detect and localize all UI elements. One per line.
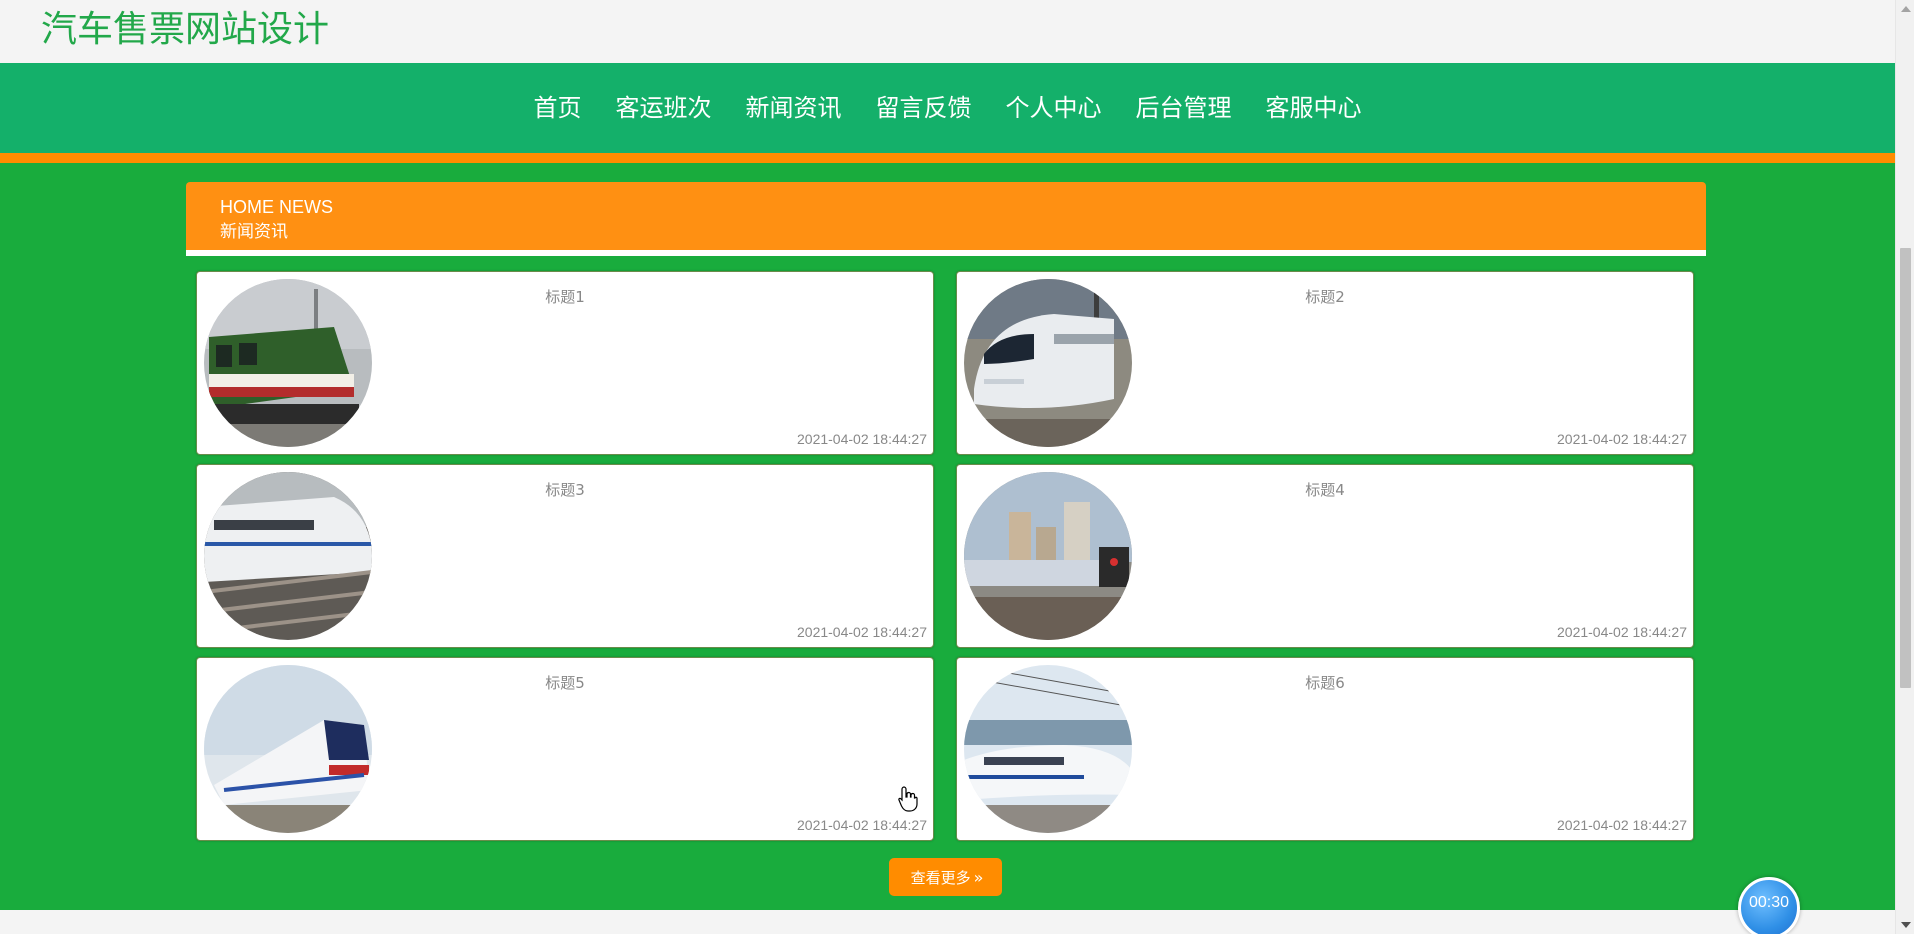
news-card[interactable]: 标题4 2021-04-02 18:44:27 [956, 464, 1694, 648]
news-title[interactable]: 标题4 [957, 479, 1693, 500]
footer-strip [0, 910, 1895, 934]
view-more-button[interactable]: 查看更多 » [889, 858, 1002, 896]
nav-item-personal-center[interactable]: 个人中心 [989, 91, 1119, 125]
nav-items: 首页 客运班次 新闻资讯 留言反馈 个人中心 后台管理 客服中心 [0, 63, 1895, 153]
news-title[interactable]: 标题5 [197, 672, 933, 693]
nav-item-admin[interactable]: 后台管理 [1119, 91, 1249, 125]
scrollbar[interactable] [1895, 0, 1914, 934]
page: 汽车售票网站设计 首页 客运班次 新闻资讯 留言反馈 个人中心 后台管理 客服中… [0, 0, 1914, 934]
news-card[interactable]: 标题1 2021-04-02 18:44:27 [196, 271, 934, 455]
nav-item-home[interactable]: 首页 [517, 91, 599, 125]
scroll-up-arrow-icon[interactable] [1901, 6, 1911, 12]
news-date: 2021-04-02 18:44:27 [1557, 431, 1687, 447]
nav-divider [0, 153, 1895, 163]
news-card[interactable]: 标题3 2021-04-02 18:44:27 [196, 464, 934, 648]
news-date: 2021-04-02 18:44:27 [797, 431, 927, 447]
news-title[interactable]: 标题3 [197, 479, 933, 500]
countdown-timer[interactable]: 00:30 [1738, 877, 1800, 934]
news-card[interactable]: 标题6 2021-04-02 18:44:27 [956, 657, 1694, 841]
news-title[interactable]: 标题2 [957, 286, 1693, 307]
site-header: 汽车售票网站设计 [0, 0, 1895, 63]
news-date: 2021-04-02 18:44:27 [797, 817, 927, 833]
section-heading: HOME NEWS 新闻资讯 [186, 182, 1706, 256]
nav-item-news[interactable]: 新闻资讯 [729, 91, 859, 125]
double-chevron-right-icon: » [973, 867, 984, 887]
news-section: HOME NEWS 新闻资讯 标题1 2021-04-02 18:44:27 标… [0, 163, 1895, 910]
news-card[interactable]: 标题2 2021-04-02 18:44:27 [956, 271, 1694, 455]
site-title: 汽车售票网站设计 [41, 9, 330, 50]
news-date: 2021-04-02 18:44:27 [1557, 817, 1687, 833]
nav-item-feedback[interactable]: 留言反馈 [859, 91, 989, 125]
news-date: 2021-04-02 18:44:27 [1557, 624, 1687, 640]
view-more-label: 查看更多 [910, 868, 971, 887]
hand-cursor-icon [898, 786, 918, 812]
scrollbar-thumb[interactable] [1900, 248, 1911, 688]
scroll-down-arrow-icon[interactable] [1901, 922, 1911, 928]
news-title[interactable]: 标题1 [197, 286, 933, 307]
section-heading-cn: 新闻资讯 [220, 222, 288, 242]
news-date: 2021-04-02 18:44:27 [797, 624, 927, 640]
main-nav: 首页 客运班次 新闻资讯 留言反馈 个人中心 后台管理 客服中心 [0, 63, 1895, 153]
section-heading-en: HOME NEWS [220, 197, 334, 217]
news-title[interactable]: 标题6 [957, 672, 1693, 693]
nav-item-customer-service[interactable]: 客服中心 [1249, 91, 1379, 125]
news-card[interactable]: 标题5 2021-04-02 18:44:27 [196, 657, 934, 841]
nav-item-schedules[interactable]: 客运班次 [599, 91, 729, 125]
